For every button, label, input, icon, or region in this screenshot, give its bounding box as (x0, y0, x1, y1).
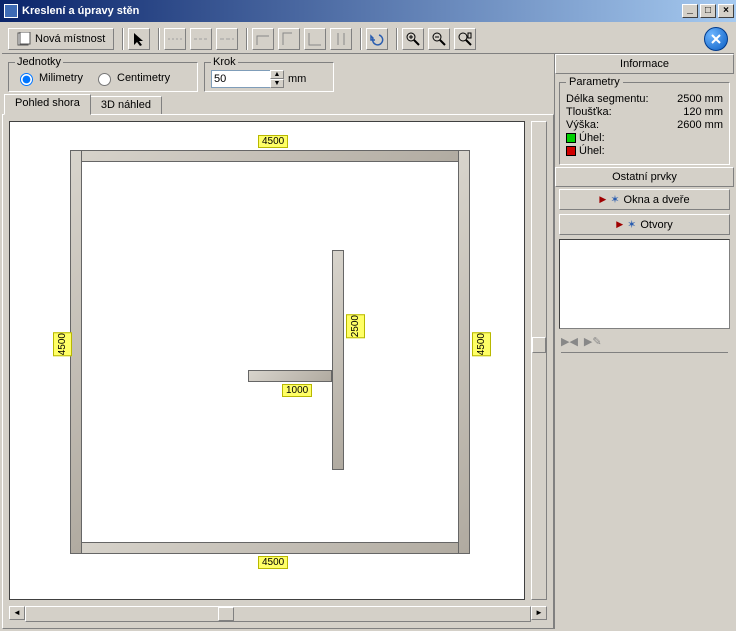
info-panel: Informace Parametry Délka segmentu:2500 … (554, 54, 734, 629)
scroll-right-button[interactable]: ► (531, 606, 547, 620)
undo-icon (370, 32, 384, 46)
parameters-group: Parametry Délka segmentu:2500 mm Tloušťk… (559, 76, 730, 165)
shape-icon (334, 32, 348, 46)
scroll-left-button[interactable]: ◄ (9, 606, 25, 620)
step-legend: Krok (211, 56, 238, 68)
preview-pane (559, 239, 730, 329)
close-x-icon (710, 33, 722, 45)
nav-prev-icon[interactable]: ▶◀ (561, 335, 578, 348)
openings-link[interactable]: ▶ ✶ Otvory (559, 214, 730, 235)
shape-icon (282, 32, 296, 46)
horizontal-scrollbar[interactable] (25, 606, 531, 622)
dim-right: 4500 (472, 332, 491, 356)
dim-top: 4500 (258, 135, 288, 148)
pointer-icon (132, 32, 146, 46)
windows-doors-link[interactable]: ▶ ✶ Okna a dveře (559, 189, 730, 210)
dash-line-icon (168, 36, 182, 42)
new-room-label: Nová místnost (35, 33, 105, 45)
horizontal-scroll-thumb[interactable] (218, 607, 234, 621)
tab-3d-preview[interactable]: 3D náhled (90, 96, 162, 114)
shape-tool-1[interactable] (252, 28, 274, 50)
info-header: Informace (555, 54, 734, 74)
shape-icon (256, 32, 270, 46)
minimize-button[interactable]: _ (682, 4, 698, 18)
units-mm-radio[interactable]: Milimetry (15, 70, 83, 86)
star-icon: ✶ (627, 218, 636, 231)
dash-line-icon (194, 36, 208, 42)
step-up-button[interactable]: ▲ (270, 70, 284, 79)
expand-icon: ▶ (599, 194, 606, 205)
undo-button[interactable] (366, 28, 388, 50)
step-down-button[interactable]: ▼ (270, 79, 284, 88)
parameters-legend: Parametry (566, 76, 623, 88)
shape-icon (308, 32, 322, 46)
angle-swatch-green (566, 133, 576, 143)
star-icon: ✶ (610, 193, 619, 206)
drawing-canvas[interactable]: 4500 4500 4500 4500 2500 1000 (9, 121, 525, 600)
line-tool-3[interactable] (216, 28, 238, 50)
app-icon (4, 4, 18, 18)
tab-top-view[interactable]: Pohled shora (4, 94, 91, 115)
units-group: Jednotky Milimetry Centimetry (8, 56, 198, 92)
pointer-tool-button[interactable] (128, 28, 150, 50)
close-button[interactable]: × (718, 4, 734, 18)
step-group: Krok ▲ ▼ mm (204, 56, 334, 92)
expand-icon: ▶ (616, 219, 623, 230)
dim-inner-vertical: 2500 (346, 314, 365, 338)
dialog-close-button[interactable] (704, 27, 728, 51)
new-room-button[interactable]: Nová místnost (8, 28, 114, 50)
step-input[interactable] (211, 70, 271, 88)
units-legend: Jednotky (15, 56, 63, 68)
shape-tool-3[interactable] (304, 28, 326, 50)
window-title: Kreslení a úpravy stěn (22, 5, 682, 17)
dim-inner-horizontal: 1000 (282, 384, 312, 397)
angle-swatch-red (566, 146, 576, 156)
zoom-out-button[interactable] (428, 28, 450, 50)
nav-next-icon[interactable]: ▶✎ (584, 335, 602, 348)
other-elements-header: Ostatní prvky (555, 167, 734, 187)
shape-tool-2[interactable] (278, 28, 300, 50)
maximize-button[interactable]: □ (700, 4, 716, 18)
step-unit: mm (288, 73, 306, 85)
units-cm-radio[interactable]: Centimetry (93, 70, 170, 86)
zoom-fit-icon (458, 32, 472, 46)
zoom-out-icon (432, 32, 446, 46)
nav-icons: ▶◀ ▶✎ (561, 335, 728, 353)
dim-left: 4500 (53, 332, 72, 356)
zoom-fit-button[interactable] (454, 28, 476, 50)
zoom-in-icon (406, 32, 420, 46)
new-room-icon (17, 32, 31, 46)
dash-line-icon (220, 36, 234, 42)
shape-tool-4[interactable] (330, 28, 352, 50)
line-tool-1[interactable] (164, 28, 186, 50)
zoom-in-button[interactable] (402, 28, 424, 50)
dim-bottom: 4500 (258, 556, 288, 569)
view-tabs: Pohled shora 3D náhled (2, 94, 554, 114)
titlebar: Kreslení a úpravy stěn _ □ × (0, 0, 736, 22)
line-tool-2[interactable] (190, 28, 212, 50)
vertical-scroll-thumb[interactable] (532, 337, 546, 353)
vertical-scrollbar[interactable] (531, 121, 547, 600)
main-toolbar: Nová místnost (2, 24, 734, 54)
